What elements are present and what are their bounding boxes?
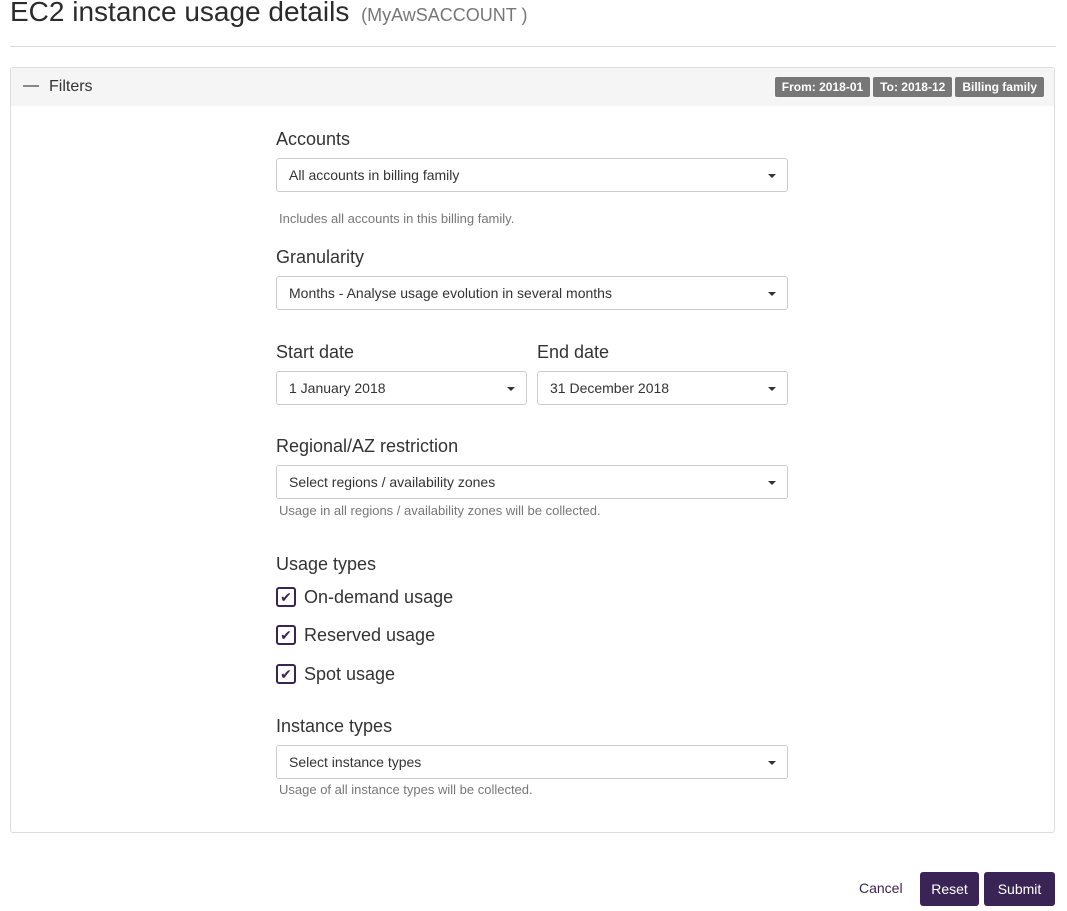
end-date-label: End date	[537, 342, 610, 362]
caret-down-icon	[768, 174, 776, 178]
region-help: Usage in all regions / availability zone…	[279, 503, 601, 518]
instance-types-select[interactable]: Select instance types	[276, 745, 788, 779]
end-date-select[interactable]: 31 December 2018	[537, 371, 788, 405]
on-demand-usage-option[interactable]: ✔ On-demand usage	[276, 586, 453, 608]
instance-types-placeholder: Select instance types	[289, 754, 422, 770]
filter-badges: From: 2018-01 To: 2018-12 Billing family	[774, 77, 1044, 97]
caret-down-icon	[768, 481, 776, 485]
collapse-minus-icon[interactable]	[23, 85, 39, 87]
from-date-badge: From: 2018-01	[774, 77, 871, 97]
accounts-help: Includes all accounts in this billing fa…	[279, 211, 515, 226]
reserved-checkbox[interactable]: ✔	[276, 625, 296, 645]
caret-down-icon	[768, 761, 776, 765]
checkmark-icon: ✔	[280, 665, 292, 682]
reserved-label: Reserved usage	[304, 624, 436, 645]
to-date-badge: To: 2018-12	[873, 77, 953, 97]
account-name: (MyAwSACCOUNT )	[361, 5, 528, 25]
caret-down-icon	[507, 387, 515, 391]
caret-down-icon	[768, 387, 776, 391]
reserved-usage-option[interactable]: ✔ Reserved usage	[276, 624, 435, 646]
on-demand-label: On-demand usage	[304, 586, 454, 607]
page-header: EC2 instance usage details (MyAwSACCOUNT…	[10, 0, 1056, 47]
instance-types-label: Instance types	[276, 716, 393, 736]
instance-types-help: Usage of all instance types will be coll…	[279, 782, 533, 797]
region-label: Regional/AZ restriction	[276, 436, 459, 456]
spot-label: Spot usage	[304, 663, 396, 684]
billing-family-badge: Billing family	[955, 77, 1044, 97]
page-title-text: EC2 instance usage details	[10, 0, 350, 27]
filters-title: Filters	[49, 78, 93, 95]
checkmark-icon: ✔	[280, 588, 292, 605]
start-date-select[interactable]: 1 January 2018	[276, 371, 527, 405]
accounts-select-value: All accounts in billing family	[289, 167, 460, 183]
end-date-value: 31 December 2018	[550, 380, 670, 396]
accounts-select[interactable]: All accounts in billing family	[276, 158, 788, 192]
region-select-placeholder: Select regions / availability zones	[289, 474, 496, 490]
spot-usage-option[interactable]: ✔ Spot usage	[276, 663, 395, 685]
start-date-label: Start date	[276, 342, 355, 362]
granularity-select[interactable]: Months - Analyse usage evolution in seve…	[276, 276, 788, 310]
reset-button[interactable]: Reset	[920, 872, 979, 906]
start-date-value: 1 January 2018	[289, 380, 386, 396]
region-select[interactable]: Select regions / availability zones	[276, 465, 788, 499]
caret-down-icon	[768, 292, 776, 296]
accounts-label: Accounts	[276, 129, 351, 149]
granularity-select-value: Months - Analyse usage evolution in seve…	[289, 285, 612, 301]
page-title: EC2 instance usage details (MyAwSACCOUNT…	[10, 0, 527, 28]
usage-types-label: Usage types	[276, 554, 377, 574]
spot-checkbox[interactable]: ✔	[276, 664, 296, 684]
filters-panel-heading[interactable]: Filters From: 2018-01 To: 2018-12 Billin…	[11, 68, 1054, 106]
on-demand-checkbox[interactable]: ✔	[276, 587, 296, 607]
granularity-label: Granularity	[276, 247, 365, 267]
submit-button[interactable]: Submit	[984, 872, 1055, 906]
cancel-link[interactable]: Cancel	[859, 880, 903, 896]
checkmark-icon: ✔	[280, 626, 292, 643]
